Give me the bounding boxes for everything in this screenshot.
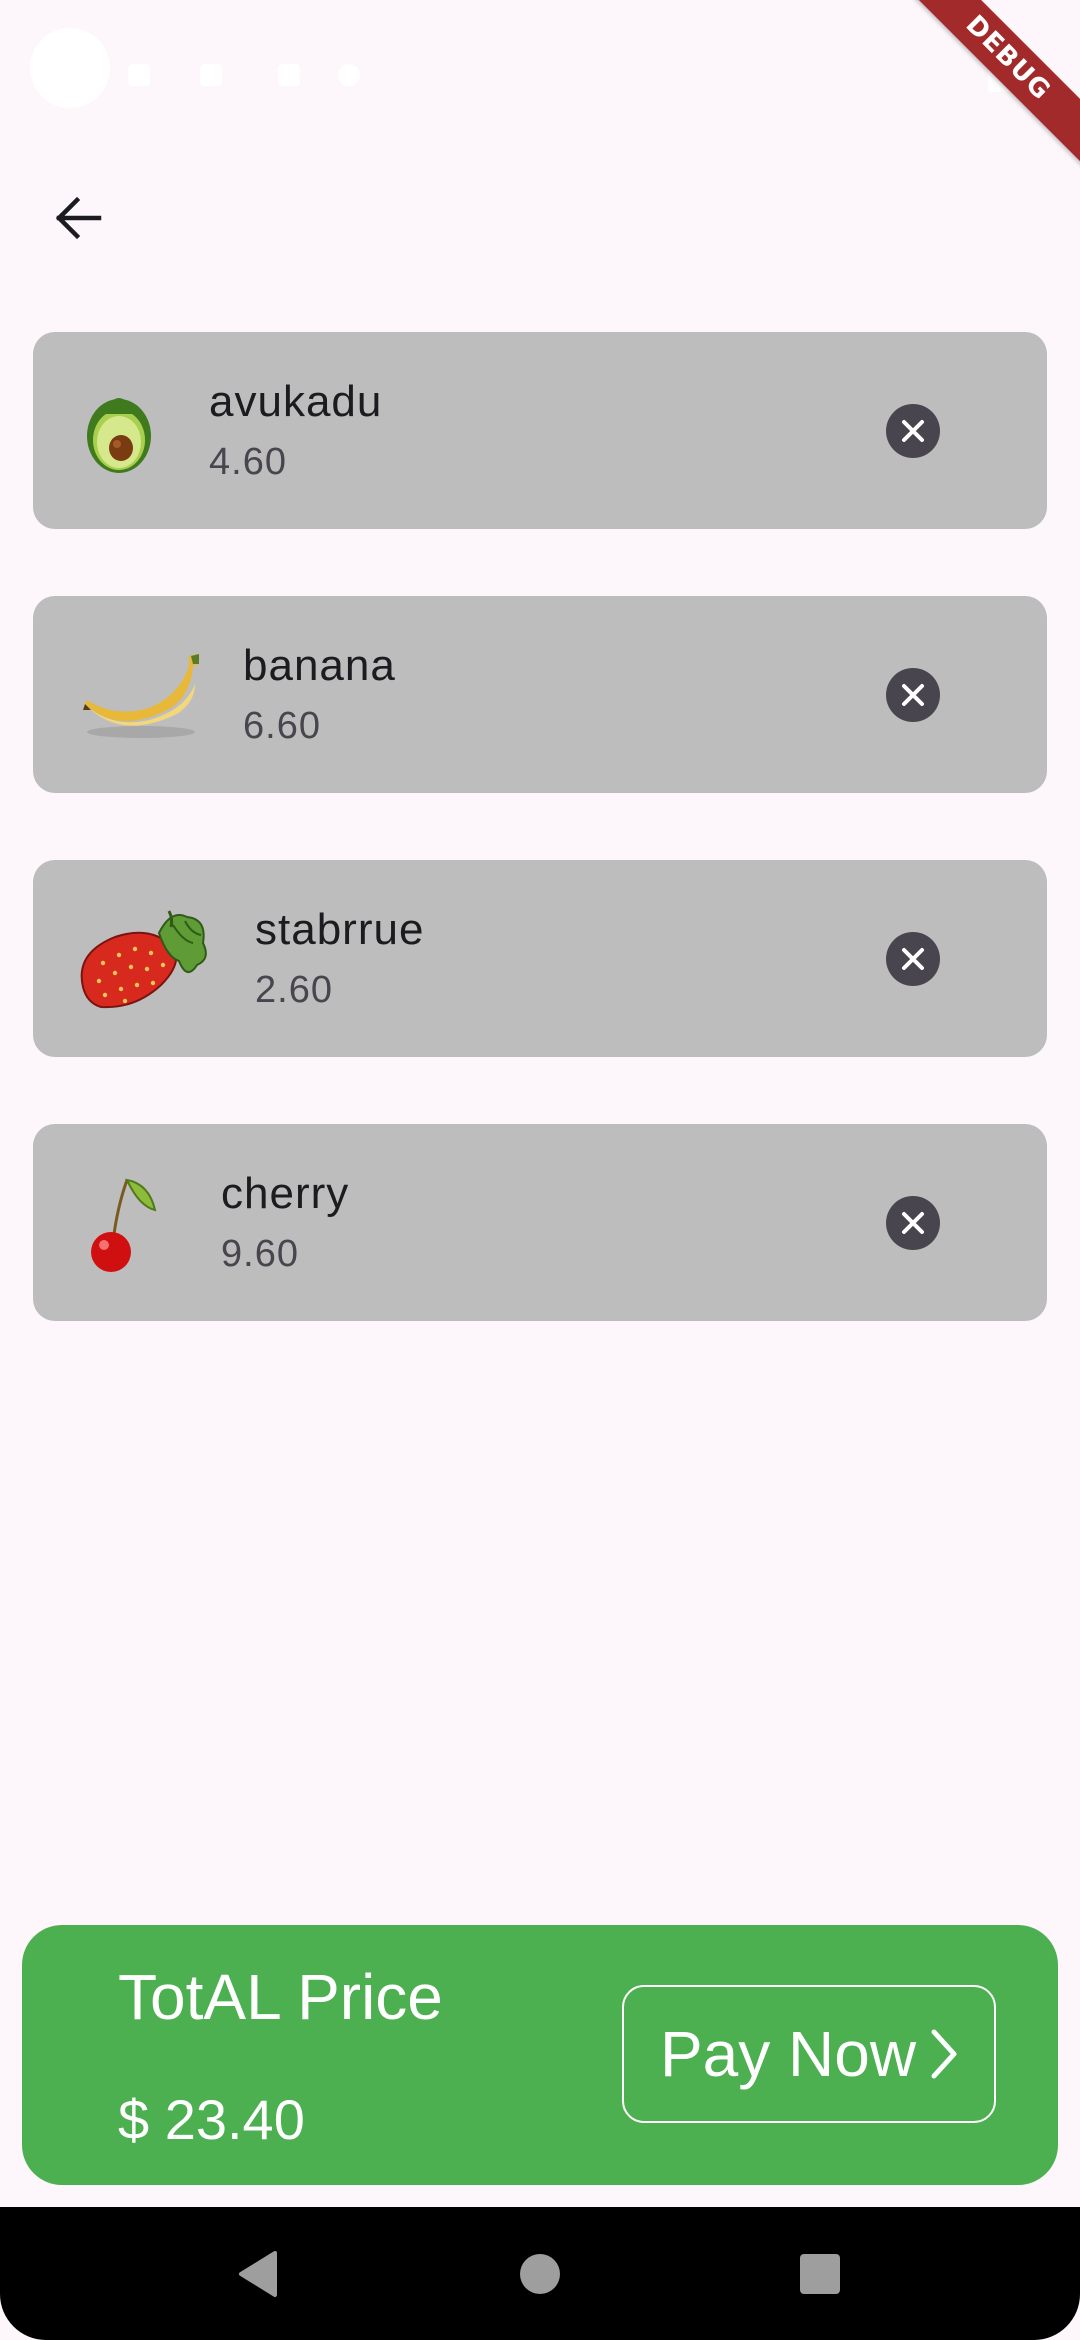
total-price-value: $ 23.40	[118, 2088, 305, 2151]
circle-home-icon	[520, 2254, 560, 2294]
remove-item-button[interactable]	[886, 1196, 940, 1250]
item-name: avukadu	[209, 377, 383, 426]
cart-list: avukadu 4.60 banana 6.60 stabrrue 2.60 c…	[33, 332, 1047, 1321]
strawberry-image	[75, 908, 215, 1009]
arrow-left-icon	[55, 196, 102, 240]
cherry-image	[83, 1172, 163, 1272]
item-name: banana	[243, 641, 396, 690]
chevron-right-icon	[930, 2028, 958, 2080]
close-circle-icon	[902, 684, 924, 706]
debug-banner-label: DEBUG	[910, 0, 1080, 166]
item-price: 6.60	[243, 705, 321, 747]
remove-item-button[interactable]	[886, 668, 940, 722]
nav-recents-button[interactable]	[775, 2229, 865, 2319]
total-price-card: TotAL Price $ 23.40 Pay Now	[22, 1925, 1058, 2185]
remove-item-button[interactable]	[886, 932, 940, 986]
item-text: cherry 9.60	[221, 1166, 349, 1282]
item-text: stabrrue 2.60	[255, 902, 424, 1018]
avocado-image	[79, 380, 159, 480]
close-circle-icon	[902, 420, 924, 442]
pay-now-button[interactable]: Pay Now	[622, 1985, 996, 2123]
item-price: 2.60	[255, 969, 333, 1011]
close-circle-icon	[902, 1212, 924, 1234]
status-notification-icons	[128, 64, 428, 94]
nav-back-button[interactable]	[212, 2229, 302, 2319]
cart-item: avukadu 4.60	[33, 332, 1047, 529]
status-icon	[30, 28, 110, 108]
nav-home-button[interactable]	[495, 2229, 585, 2319]
banana-image	[79, 644, 203, 744]
pay-now-label: Pay Now	[659, 2018, 917, 2090]
cart-item: cherry 9.60	[33, 1124, 1047, 1321]
item-text: banana 6.60	[243, 638, 396, 754]
square-recents-icon	[800, 2254, 840, 2294]
item-name: cherry	[221, 1169, 350, 1218]
item-price: 4.60	[209, 441, 287, 483]
system-navigation-bar	[0, 2207, 1080, 2340]
total-price-label: TotAL Price	[118, 1961, 443, 2033]
item-price: 9.60	[221, 1233, 299, 1275]
cart-item: banana 6.60	[33, 596, 1047, 793]
cart-item: stabrrue 2.60	[33, 860, 1047, 1057]
item-text: avukadu 4.60	[209, 374, 382, 490]
remove-item-button[interactable]	[886, 404, 940, 458]
back-button[interactable]	[40, 180, 116, 256]
debug-banner: DEBUG	[910, 0, 1080, 170]
item-name: stabrrue	[255, 905, 425, 954]
close-circle-icon	[902, 948, 924, 970]
triangle-back-icon	[239, 2251, 277, 2297]
